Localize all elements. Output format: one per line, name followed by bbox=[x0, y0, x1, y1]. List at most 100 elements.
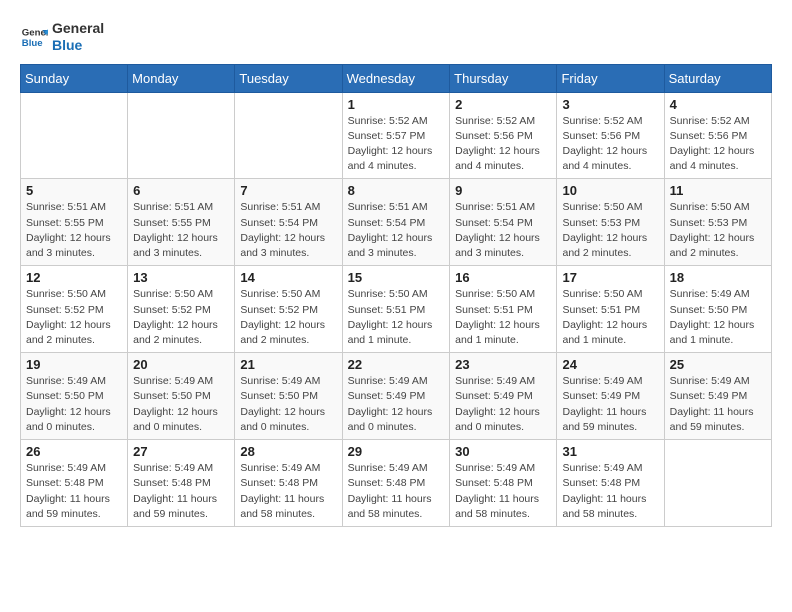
day-number: 15 bbox=[348, 270, 445, 285]
day-number: 11 bbox=[670, 183, 766, 198]
day-number: 9 bbox=[455, 183, 551, 198]
weekday-header-saturday: Saturday bbox=[664, 64, 771, 92]
day-info: Sunrise: 5:52 AM Sunset: 5:57 PM Dayligh… bbox=[348, 114, 445, 175]
day-info: Sunrise: 5:50 AM Sunset: 5:51 PM Dayligh… bbox=[562, 287, 658, 348]
day-info: Sunrise: 5:50 AM Sunset: 5:53 PM Dayligh… bbox=[670, 200, 766, 261]
day-info: Sunrise: 5:50 AM Sunset: 5:52 PM Dayligh… bbox=[240, 287, 336, 348]
calendar-cell: 9Sunrise: 5:51 AM Sunset: 5:54 PM Daylig… bbox=[450, 179, 557, 266]
svg-text:Blue: Blue bbox=[22, 38, 43, 49]
day-info: Sunrise: 5:51 AM Sunset: 5:54 PM Dayligh… bbox=[240, 200, 336, 261]
day-info: Sunrise: 5:50 AM Sunset: 5:52 PM Dayligh… bbox=[133, 287, 229, 348]
day-info: Sunrise: 5:52 AM Sunset: 5:56 PM Dayligh… bbox=[562, 114, 658, 175]
day-info: Sunrise: 5:49 AM Sunset: 5:49 PM Dayligh… bbox=[670, 374, 766, 435]
day-number: 6 bbox=[133, 183, 229, 198]
day-number: 1 bbox=[348, 97, 445, 112]
calendar-cell: 7 Sunrise: 5:51 AM Sunset: 5:54 PM Daylig… bbox=[235, 179, 342, 266]
day-number: 19 bbox=[26, 357, 122, 372]
day-number: 20 bbox=[133, 357, 229, 372]
day-number: 8 bbox=[348, 183, 445, 198]
day-info: Sunrise: 5:49 AM Sunset: 5:50 PM Dayligh… bbox=[670, 287, 766, 348]
day-number: 12 bbox=[26, 270, 122, 285]
day-number: 30 bbox=[455, 444, 551, 459]
day-info: Sunrise: 5:49 AM Sunset: 5:50 PM Dayligh… bbox=[26, 374, 122, 435]
day-number: 5 bbox=[26, 183, 122, 198]
calendar-week-row: 19 Sunrise: 5:49 AM Sunset: 5:50 PM Dayli… bbox=[21, 353, 772, 440]
day-number: 3 bbox=[562, 97, 658, 112]
day-number: 26 bbox=[26, 444, 122, 459]
calendar-cell: 24Sunrise: 5:49 AM Sunset: 5:49 PM Dayli… bbox=[557, 353, 664, 440]
weekday-header-sunday: Sunday bbox=[21, 64, 128, 92]
day-info: Sunrise: 5:51 AM Sunset: 5:55 PM Dayligh… bbox=[133, 200, 229, 261]
day-number: 2 bbox=[455, 97, 551, 112]
day-info: Sunrise: 5:49 AM Sunset: 5:48 PM Dayligh… bbox=[562, 461, 658, 522]
calendar-cell: 31 Sunrise: 5:49 AM Sunset: 5:48 PM Dayli… bbox=[557, 440, 664, 527]
logo: General Blue General Blue bbox=[20, 20, 104, 54]
day-number: 13 bbox=[133, 270, 229, 285]
calendar-cell: 20 Sunrise: 5:49 AM Sunset: 5:50 PM Dayli… bbox=[128, 353, 235, 440]
weekday-header-monday: Monday bbox=[128, 64, 235, 92]
day-info: Sunrise: 5:49 AM Sunset: 5:50 PM Dayligh… bbox=[240, 374, 336, 435]
day-info: Sunrise: 5:50 AM Sunset: 5:51 PM Dayligh… bbox=[455, 287, 551, 348]
calendar-week-row: 5 Sunrise: 5:51 AM Sunset: 5:55 PM Daylig… bbox=[21, 179, 772, 266]
calendar-cell: 8 Sunrise: 5:51 AM Sunset: 5:54 PM Daylig… bbox=[342, 179, 450, 266]
day-info: Sunrise: 5:49 AM Sunset: 5:49 PM Dayligh… bbox=[348, 374, 445, 435]
day-info: Sunrise: 5:49 AM Sunset: 5:48 PM Dayligh… bbox=[348, 461, 445, 522]
day-number: 7 bbox=[240, 183, 336, 198]
calendar-cell: 2Sunrise: 5:52 AM Sunset: 5:56 PM Daylig… bbox=[450, 92, 557, 179]
day-info: Sunrise: 5:50 AM Sunset: 5:53 PM Dayligh… bbox=[562, 200, 658, 261]
calendar-cell: 5 Sunrise: 5:51 AM Sunset: 5:55 PM Daylig… bbox=[21, 179, 128, 266]
day-info: Sunrise: 5:49 AM Sunset: 5:49 PM Dayligh… bbox=[455, 374, 551, 435]
day-number: 29 bbox=[348, 444, 445, 459]
calendar-week-row: 1 Sunrise: 5:52 AM Sunset: 5:57 PM Daylig… bbox=[21, 92, 772, 179]
day-info: Sunrise: 5:49 AM Sunset: 5:48 PM Dayligh… bbox=[455, 461, 551, 522]
calendar-cell bbox=[664, 440, 771, 527]
calendar-week-row: 12 Sunrise: 5:50 AM Sunset: 5:52 PM Dayli… bbox=[21, 266, 772, 353]
calendar-cell: 6 Sunrise: 5:51 AM Sunset: 5:55 PM Daylig… bbox=[128, 179, 235, 266]
calendar-week-row: 26 Sunrise: 5:49 AM Sunset: 5:48 PM Dayli… bbox=[21, 440, 772, 527]
calendar-cell: 14 Sunrise: 5:50 AM Sunset: 5:52 PM Dayli… bbox=[235, 266, 342, 353]
calendar-cell: 30 Sunrise: 5:49 AM Sunset: 5:48 PM Dayli… bbox=[450, 440, 557, 527]
day-number: 17 bbox=[562, 270, 658, 285]
day-number: 21 bbox=[240, 357, 336, 372]
day-number: 27 bbox=[133, 444, 229, 459]
calendar-cell bbox=[128, 92, 235, 179]
calendar-cell: 17 Sunrise: 5:50 AM Sunset: 5:51 PM Dayli… bbox=[557, 266, 664, 353]
day-info: Sunrise: 5:50 AM Sunset: 5:51 PM Dayligh… bbox=[348, 287, 445, 348]
day-number: 18 bbox=[670, 270, 766, 285]
day-number: 31 bbox=[562, 444, 658, 459]
calendar-cell bbox=[21, 92, 128, 179]
day-number: 16 bbox=[455, 270, 551, 285]
day-number: 25 bbox=[670, 357, 766, 372]
logo-text-general: General bbox=[52, 20, 104, 37]
calendar-cell: 27 Sunrise: 5:49 AM Sunset: 5:48 PM Dayli… bbox=[128, 440, 235, 527]
day-number: 22 bbox=[348, 357, 445, 372]
calendar-cell: 13 Sunrise: 5:50 AM Sunset: 5:52 PM Dayli… bbox=[128, 266, 235, 353]
weekday-header-wednesday: Wednesday bbox=[342, 64, 450, 92]
calendar-cell: 3 Sunrise: 5:52 AM Sunset: 5:56 PM Daylig… bbox=[557, 92, 664, 179]
calendar-cell: 18 Sunrise: 5:49 AM Sunset: 5:50 PM Dayli… bbox=[664, 266, 771, 353]
calendar-cell: 1 Sunrise: 5:52 AM Sunset: 5:57 PM Daylig… bbox=[342, 92, 450, 179]
calendar-cell: 28 Sunrise: 5:49 AM Sunset: 5:48 PM Dayli… bbox=[235, 440, 342, 527]
day-number: 14 bbox=[240, 270, 336, 285]
day-info: Sunrise: 5:49 AM Sunset: 5:48 PM Dayligh… bbox=[240, 461, 336, 522]
calendar-cell: 19 Sunrise: 5:49 AM Sunset: 5:50 PM Dayli… bbox=[21, 353, 128, 440]
day-info: Sunrise: 5:51 AM Sunset: 5:54 PM Dayligh… bbox=[348, 200, 445, 261]
weekday-header-friday: Friday bbox=[557, 64, 664, 92]
page-header: General Blue General Blue bbox=[20, 20, 772, 54]
calendar-cell: 10Sunrise: 5:50 AM Sunset: 5:53 PM Dayli… bbox=[557, 179, 664, 266]
day-info: Sunrise: 5:51 AM Sunset: 5:55 PM Dayligh… bbox=[26, 200, 122, 261]
calendar-cell: 21 Sunrise: 5:49 AM Sunset: 5:50 PM Dayli… bbox=[235, 353, 342, 440]
day-info: Sunrise: 5:49 AM Sunset: 5:48 PM Dayligh… bbox=[26, 461, 122, 522]
day-info: Sunrise: 5:50 AM Sunset: 5:52 PM Dayligh… bbox=[26, 287, 122, 348]
calendar-cell: 16 Sunrise: 5:50 AM Sunset: 5:51 PM Dayli… bbox=[450, 266, 557, 353]
logo-icon: General Blue bbox=[20, 23, 48, 51]
logo-text-blue: Blue bbox=[52, 37, 104, 54]
calendar-cell: 22 Sunrise: 5:49 AM Sunset: 5:49 PM Dayli… bbox=[342, 353, 450, 440]
weekday-header-thursday: Thursday bbox=[450, 64, 557, 92]
calendar-cell: 29 Sunrise: 5:49 AM Sunset: 5:48 PM Dayli… bbox=[342, 440, 450, 527]
day-info: Sunrise: 5:49 AM Sunset: 5:48 PM Dayligh… bbox=[133, 461, 229, 522]
svg-text:General: General bbox=[22, 27, 48, 38]
day-number: 28 bbox=[240, 444, 336, 459]
day-number: 4 bbox=[670, 97, 766, 112]
day-info: Sunrise: 5:49 AM Sunset: 5:50 PM Dayligh… bbox=[133, 374, 229, 435]
